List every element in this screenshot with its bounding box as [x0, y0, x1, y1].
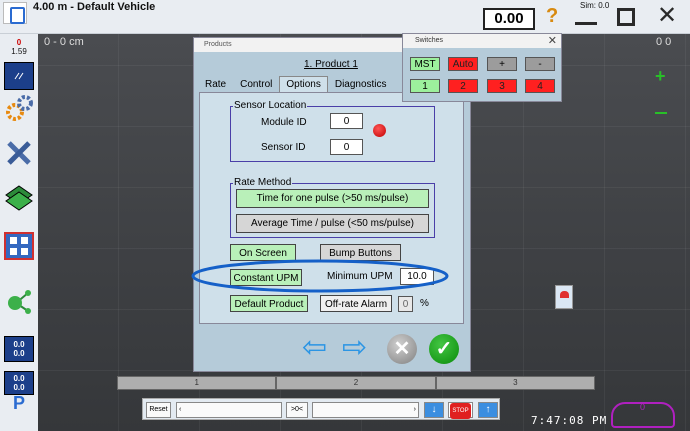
share-icon	[8, 290, 31, 314]
default-product-button[interactable]: Default Product	[230, 295, 308, 312]
right-slider[interactable]: ›	[312, 402, 419, 418]
product-tabs: Rate Control Options Diagnostics	[198, 76, 394, 92]
switch-mst[interactable]: MST	[410, 57, 440, 71]
grid-label-right: 0 0	[656, 36, 672, 48]
sim-label: Sim: 0.0	[580, 1, 610, 10]
tab-control[interactable]: Control	[233, 76, 279, 92]
zoom-in-icon[interactable]: +	[655, 66, 666, 87]
rate-method-group: Rate Method Time for one pulse (>50 ms/p…	[230, 177, 435, 238]
previous-arrow-icon[interactable]: ⇦	[302, 333, 327, 363]
ok-button[interactable]: ✓	[429, 334, 459, 364]
sidebar-top-value: 0	[16, 38, 22, 47]
switch-auto[interactable]: Auto	[448, 57, 478, 71]
title-bar: 4.00 m - Default Vehicle 0.00 ? Sim: 0.0…	[0, 0, 690, 34]
switch-3[interactable]: 3	[487, 79, 517, 93]
compass: 0	[611, 402, 675, 428]
grid-icon	[10, 237, 28, 255]
section-bar: 1 2 3	[117, 376, 595, 390]
rate-method-label: Rate Method	[233, 177, 293, 188]
section-3[interactable]: 3	[435, 376, 595, 390]
parking-button[interactable]: P	[4, 386, 34, 420]
rate-method-time-one-pulse[interactable]: Time for one pulse (>50 ms/pulse)	[236, 189, 429, 208]
app-logo	[3, 2, 27, 24]
tab-options[interactable]: Options	[279, 76, 328, 92]
speed-display: 0.00	[483, 8, 535, 30]
help-icon[interactable]: ?	[546, 5, 558, 28]
stop-button[interactable]: STOP	[448, 402, 473, 419]
annotation-circle	[191, 259, 449, 293]
switches-title: Switches	[403, 34, 561, 48]
lightbar-icon	[14, 72, 24, 80]
compass-value: 0	[640, 402, 646, 412]
minimize-icon[interactable]	[575, 11, 597, 25]
offrate-value-field[interactable]: 0	[398, 296, 413, 312]
zoom-out-icon[interactable]	[655, 112, 667, 114]
stop-icon: STOP	[450, 403, 471, 419]
reset-button[interactable]: Reset	[146, 402, 171, 418]
gear-icon	[6, 95, 33, 121]
cancel-button[interactable]: ✕	[387, 334, 417, 364]
clock: 7:47:08 PM	[531, 414, 608, 427]
steering-bar: Reset ‹ >0< › ↓ STOP ↑	[142, 398, 500, 420]
switch-2[interactable]: 2	[448, 79, 478, 93]
switches-close-icon[interactable]: ✕	[548, 34, 557, 47]
field-icon	[5, 185, 33, 211]
left-slider[interactable]: ‹	[176, 402, 282, 418]
sensor-id-field[interactable]: 0	[330, 139, 363, 155]
grid-label-left: 0 - 0 cm	[44, 36, 84, 48]
sensor-id-label: Sensor ID	[261, 142, 306, 153]
rate-method-average-time[interactable]: Average Time / pulse (<50 ms/pulse)	[236, 214, 429, 233]
field-button[interactable]	[4, 184, 34, 212]
section-2[interactable]: 2	[276, 376, 436, 390]
offrate-alarm-checkbox[interactable]: Off-rate Alarm	[320, 295, 392, 312]
product-name: 1. Product 1	[304, 59, 358, 70]
parking-icon: P	[12, 392, 25, 413]
switches-dialog: Switches ✕ MST Auto + - 1 2 3 4	[402, 33, 562, 102]
settings-button[interactable]	[4, 94, 34, 122]
next-arrow-icon[interactable]: ⇨	[342, 333, 367, 363]
tab-rate[interactable]: Rate	[198, 76, 233, 92]
window-title: 4.00 m - Default Vehicle	[33, 1, 156, 13]
tools-button[interactable]	[4, 139, 34, 167]
up-arrow-icon[interactable]: ↑	[478, 402, 498, 418]
wrench-icon	[7, 141, 31, 165]
sensor-location-group: Sensor Location Module ID 0 Sensor ID 0	[230, 100, 435, 162]
left-sidebar: 0 1.59 0.0 0.0 0.0 0.0 P	[0, 34, 38, 431]
tab-diagnostics[interactable]: Diagnostics	[328, 76, 394, 92]
percent-label: %	[420, 298, 429, 309]
switch-1[interactable]: 1	[410, 79, 440, 93]
close-icon[interactable]: ✕	[657, 4, 677, 28]
sidebar-second-value: 1.59	[11, 47, 27, 56]
sections-button[interactable]	[4, 232, 34, 260]
center-button[interactable]: >0<	[286, 402, 308, 418]
sensor-status-indicator	[373, 124, 386, 137]
section-1[interactable]: 1	[117, 376, 277, 390]
down-arrow-icon[interactable]: ↓	[424, 402, 444, 418]
switch-plus[interactable]: +	[487, 57, 517, 71]
share-button[interactable]	[4, 286, 34, 314]
module-id-field[interactable]: 0	[330, 113, 363, 129]
maximize-icon[interactable]	[617, 8, 635, 26]
module-id-label: Module ID	[261, 117, 307, 128]
sidebar-readout: 0 1.59	[2, 38, 36, 56]
sensor-location-label: Sensor Location	[233, 100, 308, 111]
switch-4[interactable]: 4	[525, 79, 555, 93]
offset-box-1[interactable]: 0.0 0.0	[4, 336, 34, 362]
beacon-icon[interactable]	[555, 285, 573, 309]
switch-minus[interactable]: -	[525, 57, 555, 71]
lightbar-button[interactable]	[4, 62, 34, 90]
